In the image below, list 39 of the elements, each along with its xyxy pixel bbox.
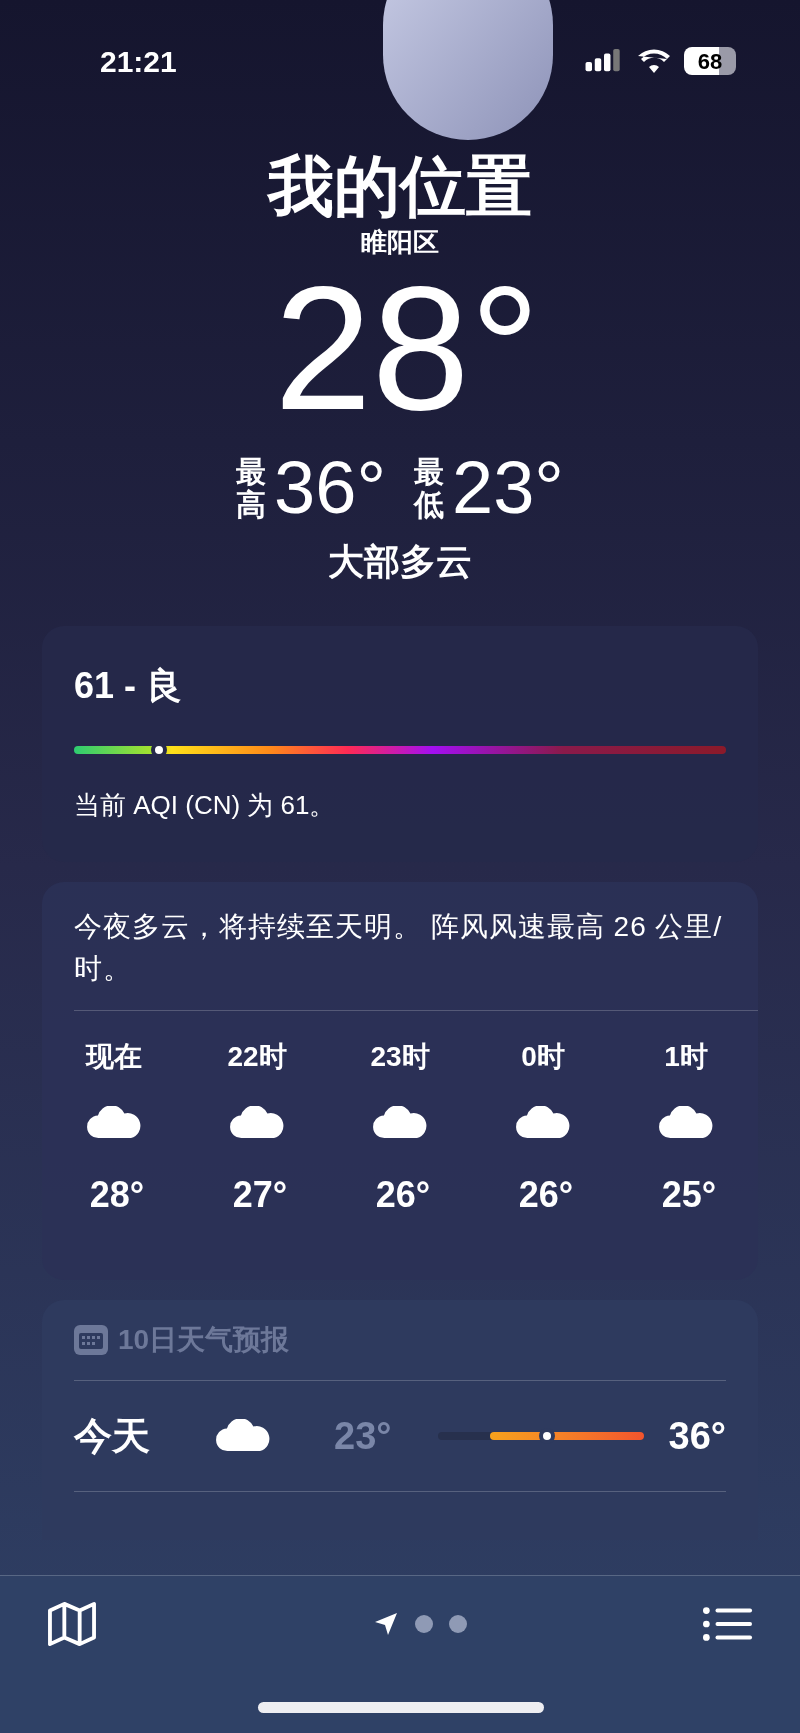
- day-label: 今天: [74, 1413, 151, 1459]
- hour-temperature: 25°: [661, 1173, 717, 1217]
- hour-label: 现在: [86, 1040, 142, 1074]
- location-arrow-icon: [374, 1612, 398, 1636]
- aqi-heading: 61 - 良: [74, 664, 184, 708]
- battery-level: 68: [684, 47, 736, 75]
- hour-temperature: 26°: [375, 1173, 431, 1217]
- location-page-button[interactable]: [373, 1611, 399, 1637]
- cloud-icon: [85, 1106, 143, 1140]
- cloud-icon: [371, 1106, 429, 1140]
- hour-label: 23时: [370, 1040, 430, 1074]
- hour-temperature: 26°: [518, 1173, 574, 1217]
- high-temperature: 36°: [274, 448, 386, 528]
- location-subtitle: 睢阳区: [361, 226, 439, 258]
- low-temperature: 23°: [452, 448, 564, 528]
- list-icon: [703, 1606, 753, 1642]
- weather-condition: 大部多云: [328, 540, 472, 584]
- cloud-icon: [228, 1106, 286, 1140]
- aqi-description: 当前 AQI (CN) 为 61。: [74, 789, 337, 822]
- current-temperature: 28°: [273, 258, 541, 438]
- hour-temperature: 28°: [89, 1173, 145, 1217]
- cloud-icon: [214, 1419, 272, 1453]
- map-icon: [47, 1601, 97, 1647]
- hour-label: 1时: [664, 1040, 708, 1074]
- location-title: 我的位置: [268, 148, 532, 225]
- cloud-icon: [657, 1106, 715, 1140]
- status-time: 21:21: [100, 43, 177, 80]
- cloud-icon: [514, 1106, 572, 1140]
- hour-label: 22时: [227, 1040, 287, 1074]
- forecast-summary: 今夜多云，将持续至天明。 阵风风速最高 26 公里/时。: [73, 910, 724, 986]
- wifi-icon: [638, 49, 670, 73]
- hour-temperature: 27°: [232, 1173, 288, 1217]
- hour-label: 0时: [521, 1040, 565, 1074]
- calendar-icon: [74, 1325, 108, 1355]
- high-temperature: 36°: [667, 1413, 726, 1459]
- temperature-label: 最高: [236, 455, 267, 521]
- low-temperature: 23°: [334, 1413, 393, 1459]
- temperature-label: 最低: [414, 455, 444, 521]
- ten-day-heading: 10日天气预报: [118, 1323, 290, 1357]
